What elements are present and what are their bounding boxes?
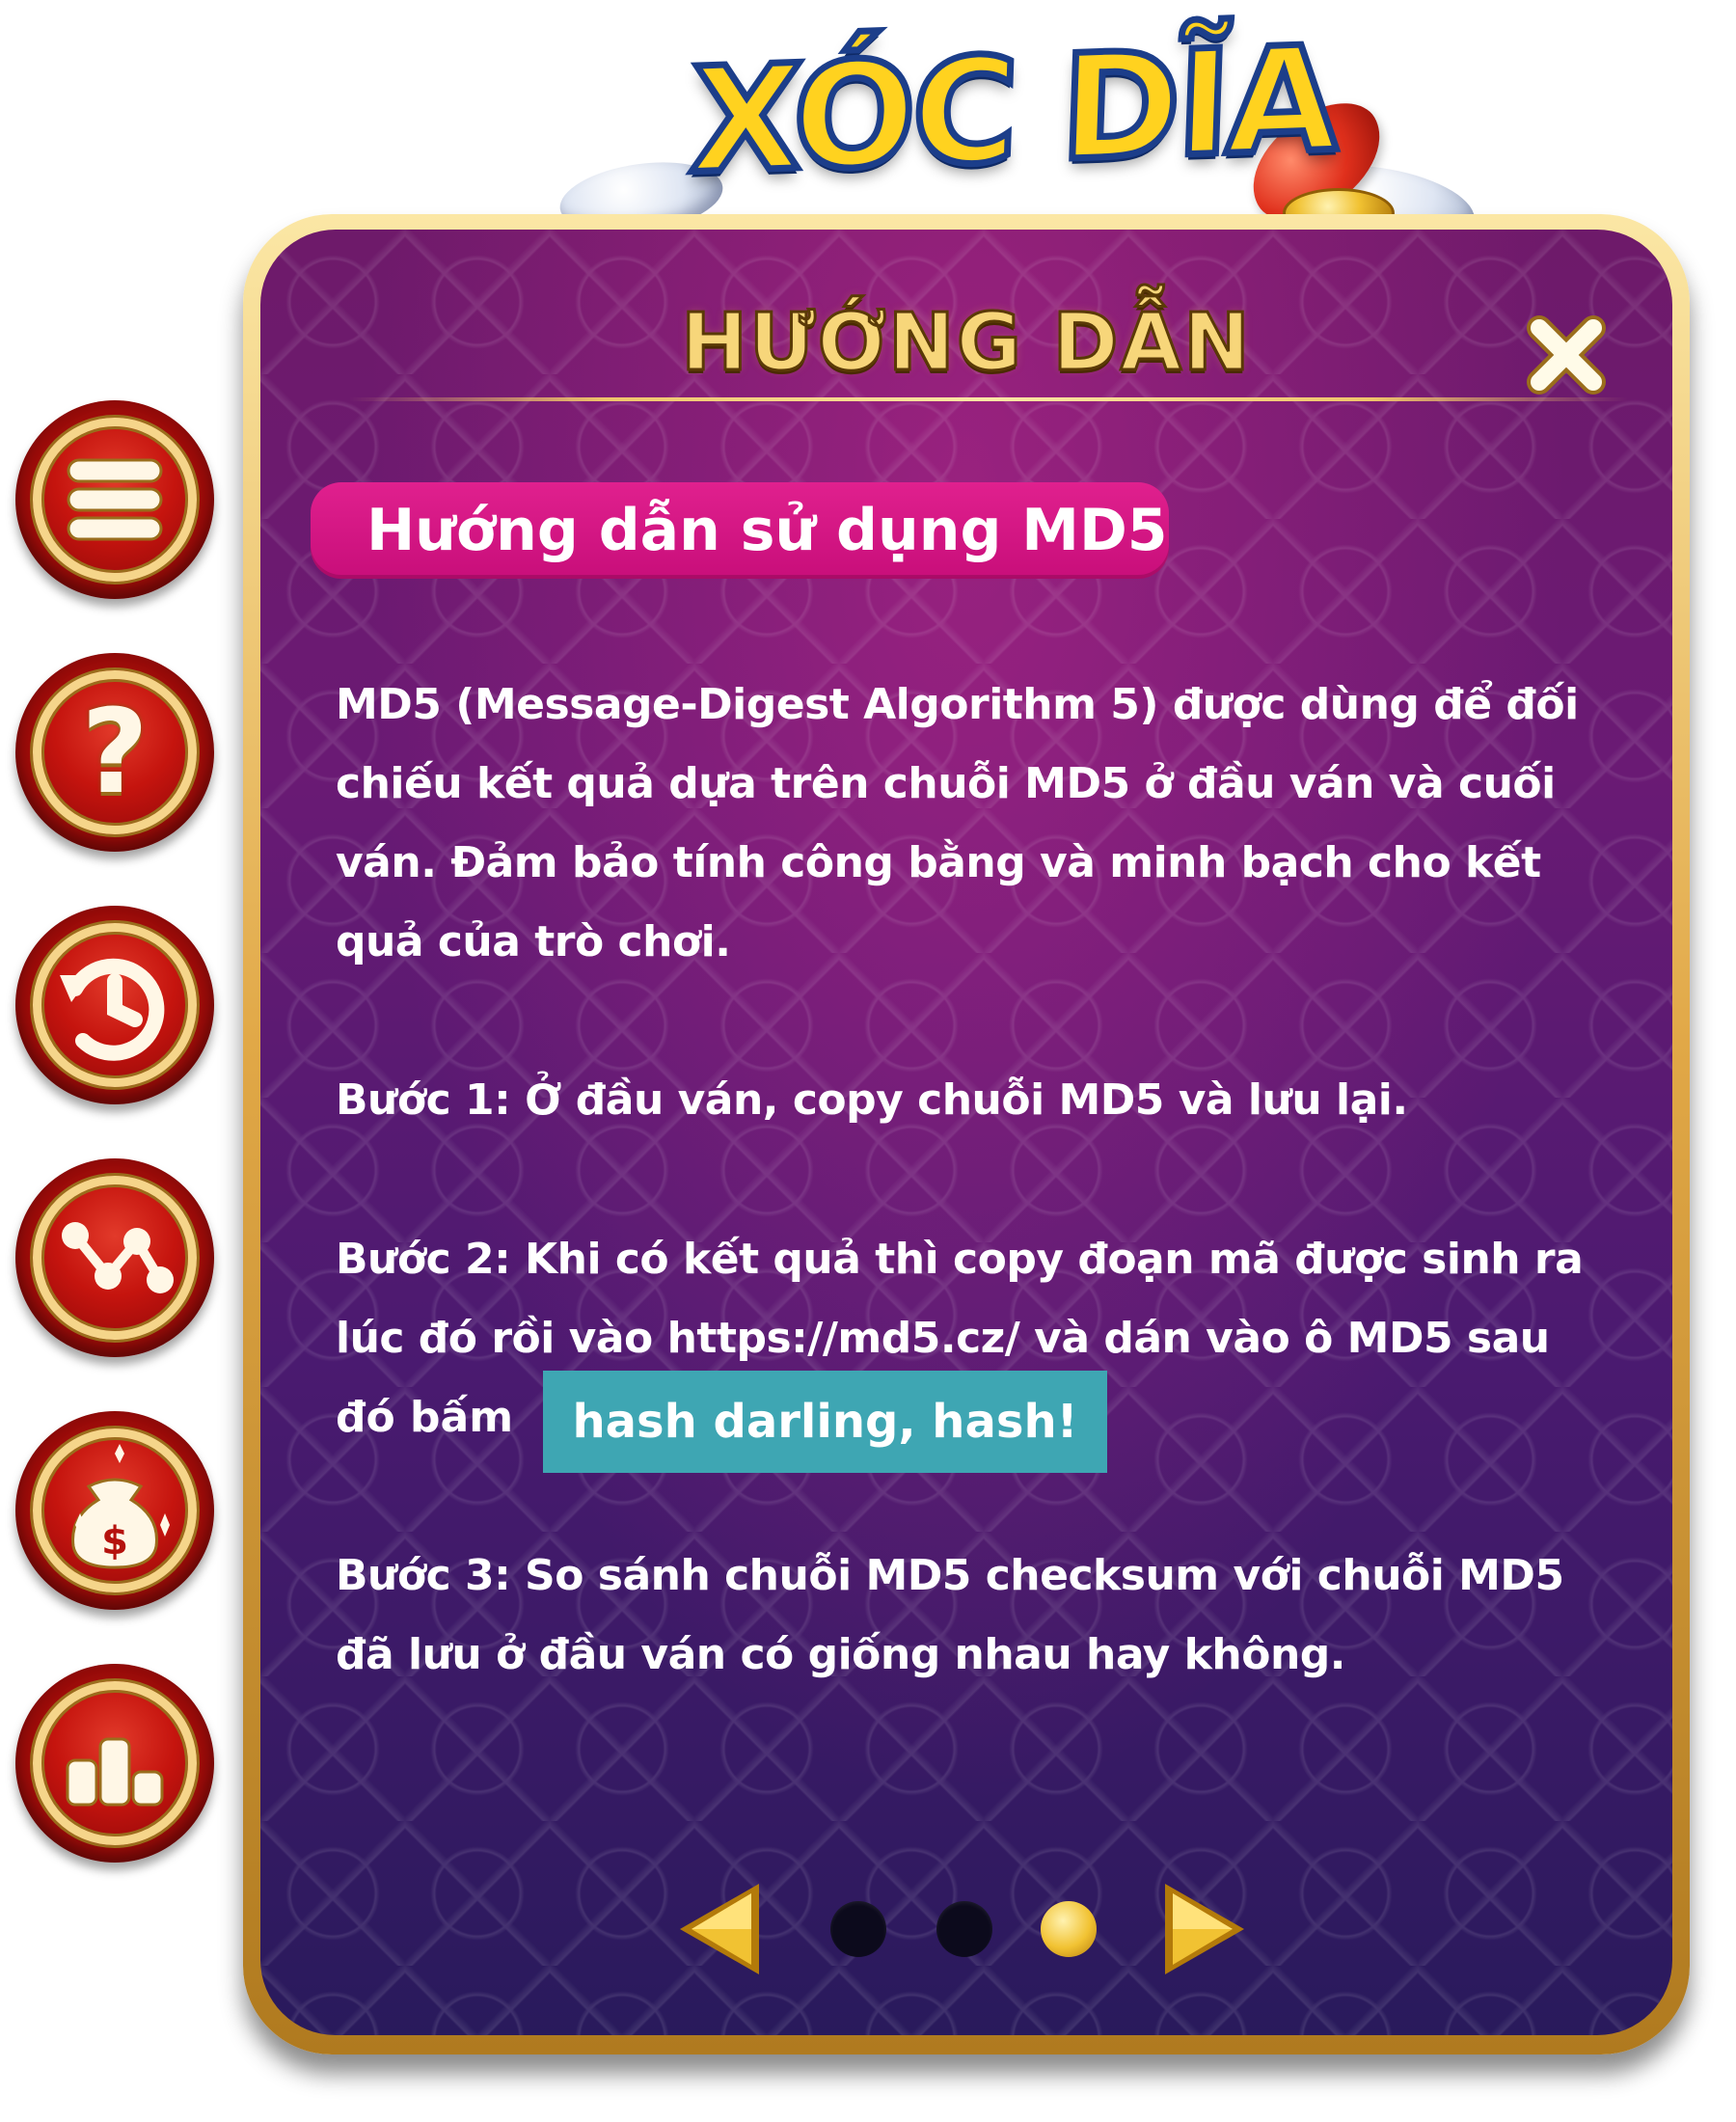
next-page-arrow-icon[interactable] xyxy=(1157,1876,1254,1982)
line-chart-icon xyxy=(62,1222,174,1293)
md5-description: MD5 (Message-Digest Algorithm 5) được dù… xyxy=(336,680,1579,966)
podium-icon xyxy=(66,1737,164,1807)
svg-text:$: $ xyxy=(101,1519,128,1564)
page-dot-2[interactable] xyxy=(936,1901,992,1957)
step-2-tail: đó bấm xyxy=(336,1393,514,1442)
hamburger-icon xyxy=(67,458,163,541)
history-button[interactable] xyxy=(15,906,214,1104)
prev-page-arrow-icon[interactable] xyxy=(670,1876,767,1982)
money-button[interactable]: $ xyxy=(15,1411,214,1610)
page-dot-3-active[interactable] xyxy=(1041,1901,1097,1957)
money-bag-icon: $ xyxy=(71,1444,170,1569)
step-2-text: Bước 2: Khi có kết quả thì copy đoạn mã … xyxy=(336,1235,1584,1363)
step-1-text: Bước 1: Ở đầu ván, copy chuỗi MD5 và lưu… xyxy=(336,1075,1408,1125)
stats-button[interactable] xyxy=(15,1158,214,1357)
leaderboard-button[interactable] xyxy=(15,1664,214,1863)
hash-darling-button[interactable]: hash darling, hash! xyxy=(543,1371,1107,1473)
section-title: Hướng dẫn sử dụng MD5 xyxy=(366,497,1168,564)
logo-text-part2: DĨA xyxy=(1054,13,1341,197)
logo-text-part1: XÓC xyxy=(684,23,1064,209)
close-icon[interactable] xyxy=(1518,307,1614,403)
help-button[interactable]: ? xyxy=(15,653,214,852)
logo-text: XÓC DĨA xyxy=(644,13,1382,210)
menu-button[interactable] xyxy=(15,400,214,599)
dialog-title: HƯỚNG DẪN xyxy=(680,296,1252,391)
step-3-text: Bước 3: So sánh chuỗi MD5 checksum với c… xyxy=(336,1551,1564,1679)
title-divider xyxy=(349,397,1628,401)
page-dot-1[interactable] xyxy=(830,1901,886,1957)
history-icon xyxy=(60,958,165,1061)
question-icon: ? xyxy=(81,685,149,820)
